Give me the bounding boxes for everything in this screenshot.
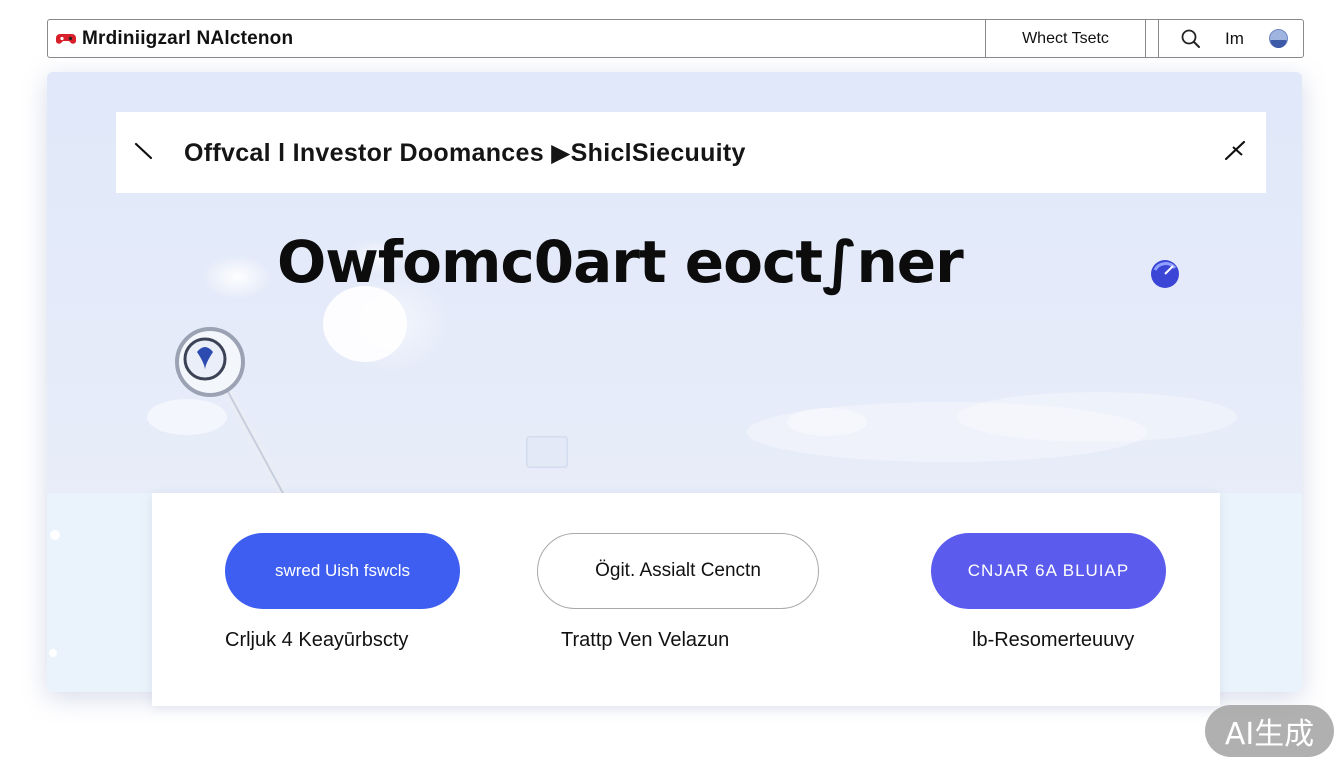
divider [1145,20,1146,57]
action-caption: Trattp Ven Velazun [561,629,730,651]
divider [1158,20,1159,57]
pin-icon[interactable] [1222,138,1248,164]
action-caption: lb-Resomerteuuvy [972,629,1135,651]
search-icon[interactable] [1180,28,1202,50]
topbar-menu-item[interactable]: Im [1225,20,1244,57]
document-header: Offvcal l Investor Doomances ▶ShiclSiecu… [116,112,1266,193]
magnifier-illustration [147,327,290,502]
status-dot-icon [1151,260,1179,288]
avatar-icon[interactable] [1268,28,1289,49]
actions-card: swred Uish fswcls Ögit. Assialt Cenctn C… [152,493,1220,706]
back-arrow-icon[interactable] [132,140,156,164]
brand[interactable]: Mrdiniigzarl NAlctenon [56,20,293,57]
decorative-dots [49,530,60,657]
game-controller-icon [56,33,76,44]
document-title: Offvcal l Investor Doomances ▶ShiclSiecu… [184,138,746,167]
address-bar: Mrdiniigzarl NAlctenon Whect Tsetc Im [47,19,1304,58]
secondary-action-button[interactable]: Ögit. Assialt Cenctn [537,533,819,609]
topbar-center-tab[interactable]: Whect Tsetc [986,20,1145,57]
ai-generated-watermark: AI生成 [1205,705,1334,757]
tertiary-action-button[interactable]: CNJAR 6A BLUIAP [931,533,1166,609]
action-caption: Crljuk 4 Keayūrbscty [225,629,409,651]
primary-action-button[interactable]: swred Uish fswcls [225,533,460,609]
app-title: Mrdiniigzarl NAlctenon [82,27,294,49]
hero-heading: Owfomc0art eoct∫ner [277,228,964,296]
